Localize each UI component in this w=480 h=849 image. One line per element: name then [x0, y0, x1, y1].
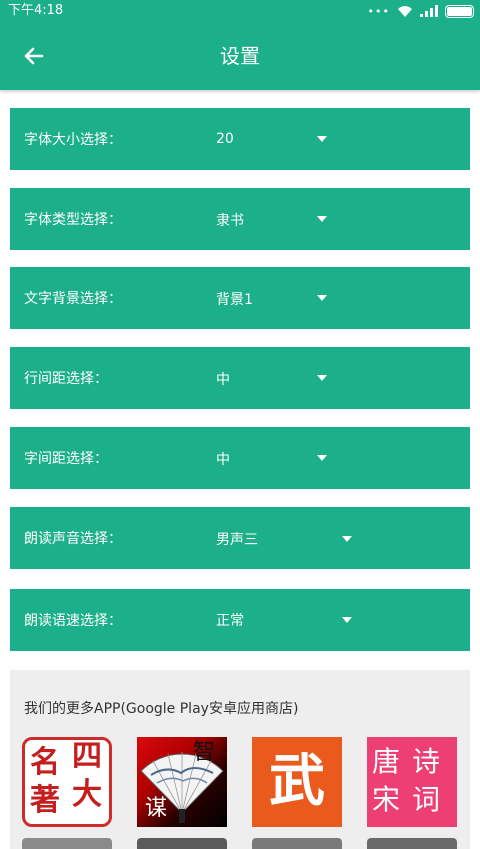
- more-apps-title: 我们的更多APP(Google Play安卓应用商店): [24, 701, 299, 717]
- voice-spinner[interactable]: 男声三: [200, 507, 370, 569]
- more-app-icon-partial[interactable]: [137, 838, 227, 849]
- line-spacing-spinner[interactable]: 中: [200, 347, 370, 409]
- app-icon-char: 智: [193, 740, 216, 765]
- setting-label-speech-rate: 朗读语速选择：: [24, 613, 122, 629]
- wu-app-icon[interactable]: 武: [252, 737, 342, 827]
- more-notifications-icon: •••: [367, 4, 390, 18]
- wifi-icon: [398, 6, 412, 17]
- font-size-value: 20: [216, 131, 234, 147]
- setting-label-font-type: 字体类型选择：: [24, 212, 122, 228]
- app-bar: 设置: [0, 22, 480, 90]
- more-apps-section: 我们的更多APP(Google Play安卓应用商店) 名 四 著 大 智 谋 …: [10, 670, 470, 849]
- app-icon-char: 著: [30, 783, 60, 818]
- signal-icon: [420, 5, 438, 17]
- setting-label-voice: 朗读声音选择：: [24, 531, 122, 547]
- app-icon-char: 词: [412, 783, 441, 816]
- page-title: 设置: [220, 44, 260, 68]
- setting-row-speech-rate: 朗读语速选择： 正常: [10, 589, 470, 651]
- dropdown-caret-icon: [317, 295, 327, 301]
- dropdown-caret-icon: [317, 216, 327, 222]
- setting-row-text-background: 文字背景选择： 背景1: [10, 267, 470, 329]
- font-type-spinner[interactable]: 隶书: [200, 188, 370, 250]
- app-icon-char: 宋: [372, 783, 401, 816]
- setting-row-font-type: 字体类型选择： 隶书: [10, 188, 470, 250]
- font-size-spinner[interactable]: 20: [200, 108, 370, 170]
- battery-level: [447, 6, 472, 16]
- app-icon-char: 四: [72, 739, 102, 774]
- arrow-left-icon: [24, 47, 44, 65]
- app-icon-char: 谋: [145, 796, 168, 821]
- text-background-value: 背景1: [216, 292, 253, 308]
- dropdown-caret-icon: [317, 375, 327, 381]
- dropdown-caret-icon: [317, 136, 327, 142]
- app-icon-char: 武: [269, 748, 325, 814]
- text-background-spinner[interactable]: 背景1: [200, 267, 370, 329]
- status-time: 下午4:18: [8, 3, 64, 18]
- setting-row-line-spacing: 行间距选择： 中: [10, 347, 470, 409]
- mingzhu-app-icon[interactable]: 名 四 著 大: [22, 737, 112, 827]
- setting-row-letter-spacing: 字间距选择： 中: [10, 427, 470, 489]
- dropdown-caret-icon: [342, 536, 352, 542]
- letter-spacing-spinner[interactable]: 中: [200, 427, 370, 489]
- setting-label-text-background: 文字背景选择：: [24, 291, 122, 307]
- more-app-icon-partial[interactable]: [22, 838, 112, 849]
- setting-label-line-spacing: 行间距选择：: [24, 371, 108, 387]
- voice-value: 男声三: [216, 532, 258, 548]
- speech-rate-spinner[interactable]: 正常: [200, 589, 370, 651]
- setting-row-font-size: 字体大小选择： 20: [10, 108, 470, 170]
- status-bar: 下午4:18 •••: [0, 0, 480, 22]
- letter-spacing-value: 中: [216, 452, 230, 468]
- dropdown-caret-icon: [342, 617, 352, 623]
- tangshi-app-icon[interactable]: 唐 诗 宋 词: [367, 737, 457, 827]
- more-app-icon-partial[interactable]: [252, 838, 342, 849]
- line-spacing-value: 中: [216, 372, 230, 388]
- app-icon-char: 名: [30, 745, 60, 780]
- app-icon-char: 诗: [412, 745, 441, 778]
- dropdown-caret-icon: [317, 455, 327, 461]
- app-icon-char: 大: [72, 777, 102, 812]
- setting-row-voice: 朗读声音选择： 男声三: [10, 507, 470, 569]
- setting-label-letter-spacing: 字间距选择：: [24, 451, 108, 467]
- more-app-icon-partial[interactable]: [367, 838, 457, 849]
- back-button[interactable]: [14, 36, 54, 76]
- app-icon-char: 唐: [372, 745, 401, 778]
- setting-label-font-size: 字体大小选择：: [24, 132, 122, 148]
- font-type-value: 隶书: [216, 213, 244, 229]
- zhimou-app-icon[interactable]: 智 谋: [137, 737, 227, 827]
- battery-icon: [445, 4, 474, 18]
- status-icons: •••: [368, 3, 474, 19]
- speech-rate-value: 正常: [216, 613, 244, 629]
